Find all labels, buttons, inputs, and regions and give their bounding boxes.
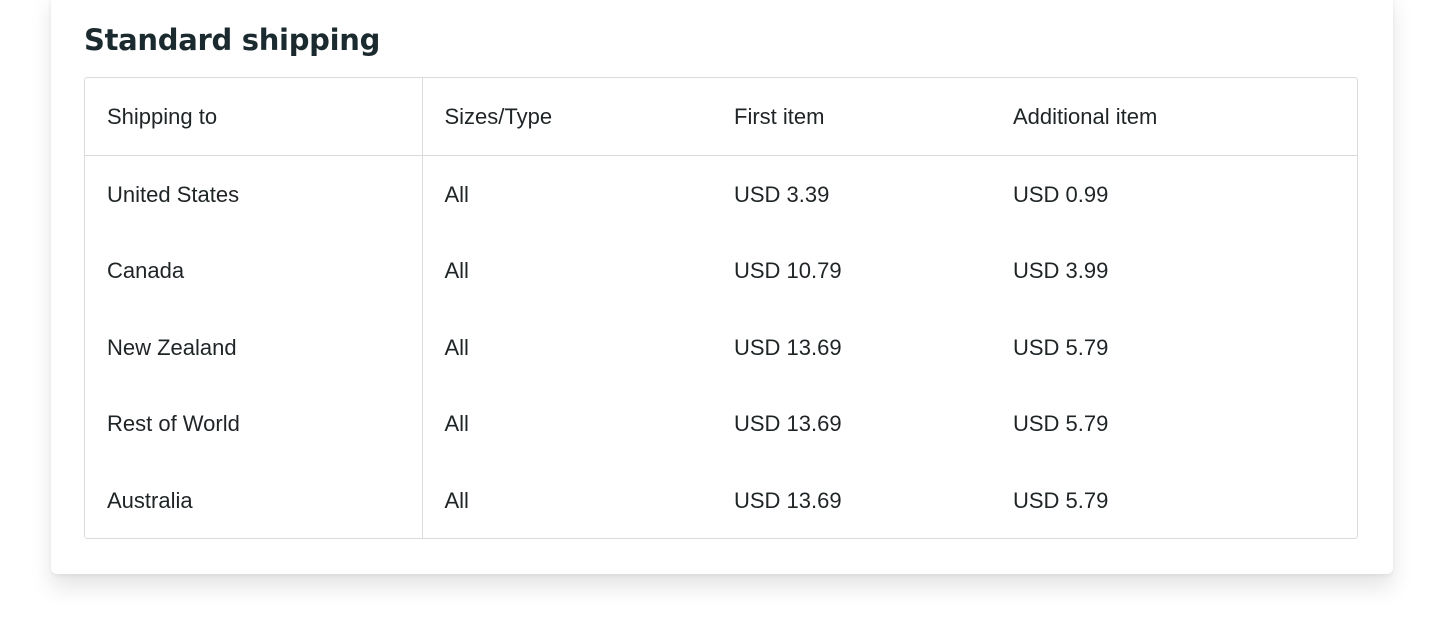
- cell-type: All: [444, 258, 469, 284]
- section-title: Standard shipping: [84, 23, 381, 57]
- cell-additional-item: USD 3.99: [1013, 258, 1109, 284]
- header-sizes-type: Sizes/Type: [422, 78, 712, 156]
- cell-first-item: USD 13.69: [734, 411, 842, 437]
- cell-destination: Canada: [85, 233, 423, 310]
- table-body: United States All USD 3.39 USD 0.99 Cana…: [85, 155, 1357, 538]
- cell-first-item: USD 3.39: [734, 181, 830, 207]
- shipping-rates-table: Shipping to Sizes/Type First item Additi…: [85, 78, 1357, 538]
- header-shipping-to: Shipping to: [85, 78, 423, 156]
- cell-type: All: [444, 487, 469, 513]
- cell-additional-item: USD 5.79: [1013, 334, 1109, 360]
- table-row: New Zealand All USD 13.69 USD 5.79: [85, 309, 1357, 386]
- header-row: Shipping to Sizes/Type First item Additi…: [85, 78, 1357, 156]
- cell-additional-item: USD 0.99: [1013, 181, 1109, 207]
- cell-destination: Australia: [85, 462, 423, 538]
- cell-destination: United States: [85, 155, 423, 233]
- cell-first-item: USD 13.69: [734, 487, 842, 513]
- cell-type: All: [444, 334, 469, 360]
- cell-first-item: USD 13.69: [734, 334, 842, 360]
- table-row: Canada All USD 10.79 USD 3.99: [85, 233, 1357, 310]
- table-header: Shipping to Sizes/Type First item Additi…: [85, 78, 1357, 156]
- cell-type: All: [444, 411, 469, 437]
- cell-additional-item: USD 5.79: [1013, 487, 1109, 513]
- cell-first-item: USD 10.79: [734, 258, 842, 284]
- cell-additional-item: USD 5.79: [1013, 411, 1109, 437]
- table-row: Rest of World All USD 13.69 USD 5.79: [85, 386, 1357, 463]
- header-first-item: First item: [712, 78, 991, 156]
- cell-type: All: [444, 181, 469, 207]
- header-additional-item: Additional item: [991, 78, 1357, 156]
- table-row: Australia All USD 13.69 USD 5.79: [85, 462, 1357, 538]
- cell-destination: Rest of World: [85, 386, 423, 463]
- table-row: United States All USD 3.39 USD 0.99: [85, 155, 1357, 233]
- shipping-table: Shipping to Sizes/Type First item Additi…: [84, 77, 1358, 539]
- cell-destination: New Zealand: [85, 309, 423, 386]
